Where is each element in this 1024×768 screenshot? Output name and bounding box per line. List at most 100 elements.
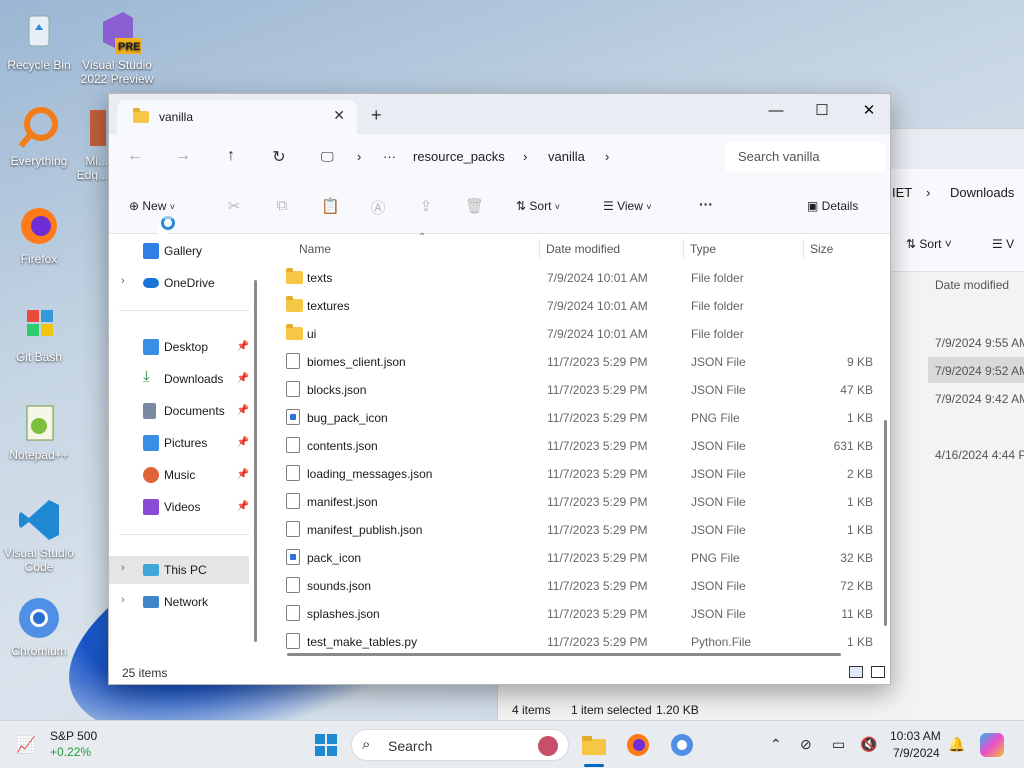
cut-icon[interactable]: ✂: [225, 197, 243, 215]
sidebar-item-gallery[interactable]: Gallery: [109, 237, 249, 265]
file-row[interactable]: blocks.json 11/7/2023 5:29 PM JSON File 47 …: [273, 375, 873, 403]
column-header-type[interactable]: Type: [690, 242, 716, 256]
file-row[interactable]: bug_pack_icon 11/7/2023 5:29 PM PNG File 1 …: [273, 403, 873, 431]
firefox-taskbar-icon[interactable]: [624, 731, 652, 759]
column-header-size[interactable]: Size: [810, 242, 833, 256]
more-options-button[interactable]: ···: [699, 196, 713, 212]
desktop-icon-git-bash[interactable]: Git Bash: [0, 300, 78, 364]
sidebar-item-music[interactable]: Music 📌: [109, 461, 249, 489]
desktop-icon-visual-studio-preview[interactable]: PRE Visual Studio 2022 Preview: [78, 8, 156, 86]
column-divider[interactable]: [683, 239, 684, 259]
address-ellipsis-button[interactable]: ···: [383, 149, 396, 164]
address-bar[interactable]: 🖵 › ··· resource_packs › vanilla ›: [307, 142, 709, 172]
column-header-date[interactable]: Date modified: [546, 242, 620, 256]
sidebar-item-desktop[interactable]: Desktop 📌: [109, 333, 249, 361]
refresh-button[interactable]: ↻: [267, 147, 291, 167]
search-box[interactable]: Search vanilla: [725, 142, 885, 172]
network-status-icon[interactable]: ⊘: [800, 736, 812, 753]
sidebar-scrollbar[interactable]: [254, 280, 257, 642]
bg-row[interactable]: 4/16/2024 4:44 PM: [928, 441, 1024, 467]
taskbar-search[interactable]: ⌕ Search: [351, 729, 569, 761]
sidebar-item-documents[interactable]: Documents 📌: [109, 397, 249, 425]
large-icons-view-button[interactable]: [871, 666, 885, 678]
stock-widget[interactable]: 📈 S&P 500 +0.22%: [16, 729, 136, 761]
tab-vanilla[interactable]: vanilla ✕: [117, 100, 357, 134]
desktop-icon-firefox[interactable]: Firefox: [0, 202, 78, 266]
back-button[interactable]: ←: [123, 147, 147, 165]
sort-button[interactable]: ⇅ Sort ˅: [516, 199, 560, 213]
title-bar[interactable]: vanilla ✕ + — ☐ ✕: [109, 94, 890, 134]
bg-date-header[interactable]: Date modified: [935, 278, 1009, 292]
display-icon[interactable]: ▭: [832, 736, 845, 753]
bg-sort-button[interactable]: ⇅ Sort ˅: [906, 237, 952, 251]
column-header-name[interactable]: Name: [299, 242, 331, 256]
chromium-taskbar-icon[interactable]: [668, 731, 696, 759]
file-row[interactable]: textures 7/9/2024 10:01 AM File folder: [273, 291, 873, 319]
bg-view-button[interactable]: ☰ V: [992, 237, 1014, 251]
maximize-button[interactable]: ☐: [799, 98, 845, 126]
chevron-right-icon[interactable]: ›: [121, 562, 125, 574]
file-row[interactable]: biomes_client.json 11/7/2023 5:29 PM JSON …: [273, 347, 873, 375]
chevron-right-icon[interactable]: ›: [121, 275, 125, 287]
start-button[interactable]: [312, 731, 340, 759]
sidebar-item-downloads[interactable]: ⤓ Downloads 📌: [109, 365, 249, 393]
chevron-right-icon[interactable]: ›: [121, 594, 125, 606]
delete-icon[interactable]: 🗑: [465, 197, 484, 215]
file-row[interactable]: test_make_tables.py 11/7/2023 5:29 PM Pyth…: [273, 627, 873, 655]
clock-time[interactable]: 10:03 AM: [890, 729, 941, 743]
file-row[interactable]: texts 7/9/2024 10:01 AM File folder: [273, 263, 873, 291]
bg-row[interactable]: 7/9/2024 9:55 AM: [928, 329, 1024, 355]
rename-icon[interactable]: Ⓐ: [369, 197, 387, 217]
paste-icon[interactable]: 📋: [321, 197, 340, 215]
file-row[interactable]: splashes.json 11/7/2023 5:29 PM JSON File 1…: [273, 599, 873, 627]
sidebar-item-this-pc[interactable]: › This PC: [109, 556, 249, 584]
details-button[interactable]: ▣ Details: [807, 199, 858, 213]
bg-row-selected[interactable]: 7/9/2024 9:52 AM: [928, 357, 1024, 383]
crumb-vanilla[interactable]: vanilla: [548, 149, 585, 164]
desktop-icon-label: Visual Studio 2022 Preview: [80, 58, 154, 86]
volume-muted-icon[interactable]: 🔇: [860, 736, 877, 753]
desktop-icon-recycle-bin[interactable]: Recycle Bin: [0, 8, 78, 72]
file-row[interactable]: manifest_publish.json 11/7/2023 5:29 PM JS…: [273, 515, 873, 543]
file-row[interactable]: pack_icon 11/7/2023 5:29 PM PNG File 32 KB: [273, 543, 873, 571]
share-icon[interactable]: ⇪: [417, 197, 435, 215]
explorer-window[interactable]: vanilla ✕ + — ☐ ✕ ← → ↑ ↻ 🖵 › ··· resour…: [108, 93, 891, 685]
desktop-icon-chromium[interactable]: Chromium: [0, 594, 78, 658]
clock-date[interactable]: 7/9/2024: [893, 746, 940, 760]
file-row[interactable]: ui 7/9/2024 10:01 AM File folder: [273, 319, 873, 347]
file-row[interactable]: manifest.json 11/7/2023 5:29 PM JSON File 1…: [273, 487, 873, 515]
desktop-icon-notepadpp[interactable]: Notepad++: [0, 398, 78, 462]
close-tab-icon[interactable]: ✕: [333, 107, 345, 124]
file-row[interactable]: contents.json 11/7/2023 5:29 PM JSON File 6…: [273, 431, 873, 459]
desktop-icon-edge[interactable]: Mi... Edg...: [60, 104, 108, 182]
desktop-icon-vscode[interactable]: Visual Studio Code: [0, 496, 78, 574]
copilot-icon[interactable]: [980, 733, 1004, 757]
new-tab-button[interactable]: +: [371, 105, 382, 126]
file-explorer-taskbar-icon[interactable]: [580, 731, 608, 759]
sidebar-item-onedrive[interactable]: › OneDrive: [109, 269, 249, 297]
file-row[interactable]: sounds.json 11/7/2023 5:29 PM JSON File 72 …: [273, 571, 873, 599]
sidebar-item-network[interactable]: › Network: [109, 588, 249, 616]
bg-row[interactable]: 7/9/2024 9:42 AM: [928, 385, 1024, 411]
sidebar-item-pictures[interactable]: Pictures 📌: [109, 429, 249, 457]
pin-icon: 📌: [236, 373, 249, 384]
file-row[interactable]: loading_messages.json 11/7/2023 5:29 PM JS…: [273, 459, 873, 487]
file-type: File folder: [691, 299, 744, 313]
view-button[interactable]: ☰ View ˅: [603, 199, 652, 213]
close-window-button[interactable]: ✕: [846, 98, 890, 126]
file-list-scrollbar[interactable]: [884, 420, 887, 626]
details-view-button[interactable]: [849, 666, 863, 678]
column-divider[interactable]: [539, 239, 540, 259]
column-divider[interactable]: [803, 239, 804, 259]
crumb-resource-packs[interactable]: resource_packs: [413, 149, 505, 164]
copy-icon[interactable]: ⧉: [273, 197, 291, 215]
new-button[interactable]: ⊕ New ˅: [129, 199, 175, 213]
minimize-button[interactable]: —: [753, 98, 799, 126]
chevron-up-icon[interactable]: ⌃: [770, 736, 782, 753]
notifications-bell-icon[interactable]: 🔔: [948, 736, 965, 753]
sidebar-item-videos[interactable]: Videos 📌: [109, 493, 249, 521]
bg-crumb-current[interactable]: Downloads: [950, 185, 1014, 200]
up-button[interactable]: ↑: [219, 147, 243, 165]
forward-button[interactable]: →: [171, 147, 195, 165]
horizontal-scrollbar[interactable]: [287, 653, 841, 656]
